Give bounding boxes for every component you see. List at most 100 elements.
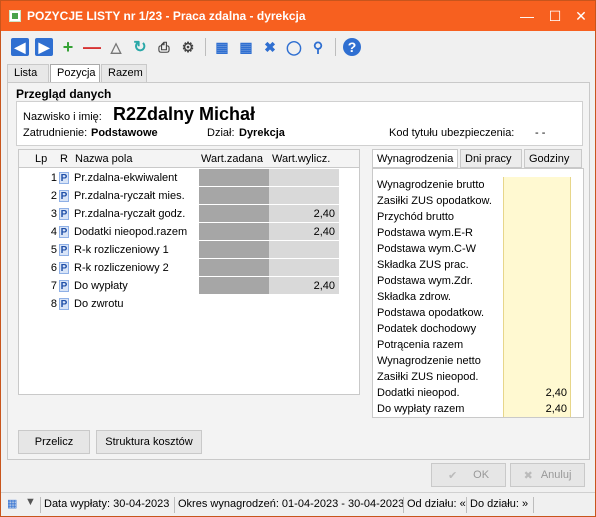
table-row[interactable]: 7 P Do wypłaty 2,40 [19,277,359,295]
report-detail-icon[interactable]: ▦ [237,38,255,56]
help-icon[interactable]: ? [343,38,361,56]
status-bar: ▦ ▼ Data wypłaty: 30-04-2023 Okres wynag… [1,492,595,516]
row-name: Pr.zdalna-ryczałt mies. [74,190,185,202]
summary-value [503,225,571,241]
summary-label: Składka ZUS prac. [377,259,469,271]
przelicz-button[interactable]: Przelicz [18,430,90,454]
summary-row: Podatek dochodowy [377,321,581,337]
ok-button[interactable]: ✔ OK [431,463,506,487]
summary-row: Zasiłki ZUS opodatkow. [377,193,581,209]
summary-value: 2,40 [503,385,571,401]
section-title: Przegląd danych [16,87,112,101]
summary-label: Potrącenia razem [377,339,464,351]
add-icon[interactable]: + [59,37,77,57]
tab-lista[interactable]: Lista [7,64,49,82]
status-od-dzialu: Od działu: « [407,498,466,510]
row-lp: 2 [50,190,57,202]
titlebar: POZYCJE LISTY nr 1/23 - Praca zdalna - d… [1,1,595,31]
check-icon: ✔ [447,469,458,482]
search-records-icon[interactable]: ⚲ [309,38,327,56]
col-wz: Wart.zadana [201,153,263,165]
row-wart-wylicz [269,241,339,259]
summary-row: Przychód brutto [377,209,581,225]
fields-grid[interactable]: Lp R Nazwa pola Wart.zadana Wart.wylicz.… [18,149,360,395]
row-wart-zadana[interactable] [199,169,269,187]
row-wart-zadana[interactable] [199,187,269,205]
table-row[interactable]: 1 P Pr.zdalna-ekwiwalent [19,169,359,187]
summary-row: Podstawa wym.E-R [377,225,581,241]
cancel-icon: ✖ [523,469,533,482]
cycle-icon[interactable]: ◯ [285,38,303,56]
row-wart-zadana[interactable] [199,295,269,313]
summary-row: Do wypłaty razem 2,40 [377,401,581,417]
row-wart-zadana[interactable] [199,223,269,241]
row-lp: 7 [50,280,57,292]
employment-value: Podstawowe [91,127,158,139]
p-icon: P [59,226,69,238]
toolbar: ◀ ▶ + — △ ↻ ⎙ ⚙ ▦ ▦ ✖ ◯ ⚲ ? [1,32,595,62]
toolbar-separator [205,38,206,56]
row-lp: 8 [50,298,57,310]
struktura-kosztow-button[interactable]: Struktura kosztów [96,430,202,454]
status-separator [403,497,404,513]
status-do-dzialu: Do działu: » [470,498,529,510]
summary-value [503,289,571,305]
table-row[interactable]: 5 P R-k rozliczeniowy 1 [19,241,359,259]
report-icon[interactable]: ▦ [213,38,231,56]
tab-wynagrodzenia[interactable]: Wynagrodzenia [372,149,458,168]
close-icon[interactable]: ✕ [567,5,595,27]
summary-value: 2,40 [503,401,571,417]
summary-label: Podstawa wym.E-R [377,227,473,239]
summary-label: Zasiłki ZUS opodatkow. [377,195,492,207]
summary-label: Podstawa opodatkow. [377,307,485,319]
summary-value [503,193,571,209]
p-icon: P [59,190,69,202]
summary-row: Zasiłki ZUS nieopod. [377,369,581,385]
tab-pozycja[interactable]: Pozycja [50,64,100,82]
employee-info: Nazwisko i imię: R2Zdalny Michał Zatrudn… [16,101,583,146]
minimize-icon[interactable]: — [513,5,541,27]
summary-label: Wynagrodzenie brutto [377,179,485,191]
summary-panel: Wynagrodzenie brutto Zasiłki ZUS opodatk… [372,168,584,418]
dept-label: Dział: [207,127,235,139]
prev-record-icon[interactable]: ◀ [11,38,29,56]
summary-label: Podatek dochodowy [377,323,477,335]
row-wart-zadana[interactable] [199,205,269,223]
summary-label: Dodatki nieopod. [377,387,460,399]
filter-status-icon[interactable]: ▼ [25,496,36,508]
tab-razem[interactable]: Razem [101,64,147,82]
app-icon [9,10,21,22]
tab-godziny[interactable]: Godziny [524,149,582,168]
maximize-icon[interactable]: ☐ [541,5,569,27]
calendar-icon[interactable]: ▦ [7,497,17,510]
row-wart-zadana[interactable] [199,259,269,277]
table-row[interactable]: 4 P Dodatki nieopod.razem 2,40 [19,223,359,241]
remove-items-icon[interactable]: ✖ [261,38,279,56]
table-row[interactable]: 2 P Pr.zdalna-ryczałt mies. [19,187,359,205]
window-title: POZYCJE LISTY nr 1/23 - Praca zdalna - d… [27,9,306,23]
table-row[interactable]: 3 P Pr.zdalna-ryczałt godz. 2,40 [19,205,359,223]
settings-icon[interactable]: ⚙ [179,38,197,56]
grid-header: Lp R Nazwa pola Wart.zadana Wart.wylicz. [19,150,359,168]
cancel-button[interactable]: ✖ Anuluj [510,463,585,487]
row-wart-zadana[interactable] [199,241,269,259]
employment-label: Zatrudnienie: [23,127,88,139]
table-row[interactable]: 6 P R-k rozliczeniowy 2 [19,259,359,277]
row-lp: 3 [50,208,57,220]
row-wart-wylicz [269,295,339,313]
summary-row: Dodatki nieopod. 2,40 [377,385,581,401]
tab-dni-pracy[interactable]: Dni pracy [460,149,522,168]
summary-label: Podstawa wym.C-W [377,243,477,255]
table-row[interactable]: 8 P Do zwrotu [19,295,359,313]
summary-value [503,369,571,385]
col-r: R [60,153,68,165]
next-record-icon[interactable]: ▶ [35,38,53,56]
row-name: Do zwrotu [74,298,124,310]
row-wart-zadana[interactable] [199,277,269,295]
row-wart-wylicz [269,169,339,187]
print-icon[interactable]: ⎙ [155,38,173,56]
delete-icon[interactable]: — [83,37,101,57]
refresh-icon[interactable]: ↻ [131,38,149,56]
filter-icon[interactable]: △ [107,38,125,56]
position-panel: Przegląd danych Nazwisko i imię: R2Zdaln… [7,82,590,460]
